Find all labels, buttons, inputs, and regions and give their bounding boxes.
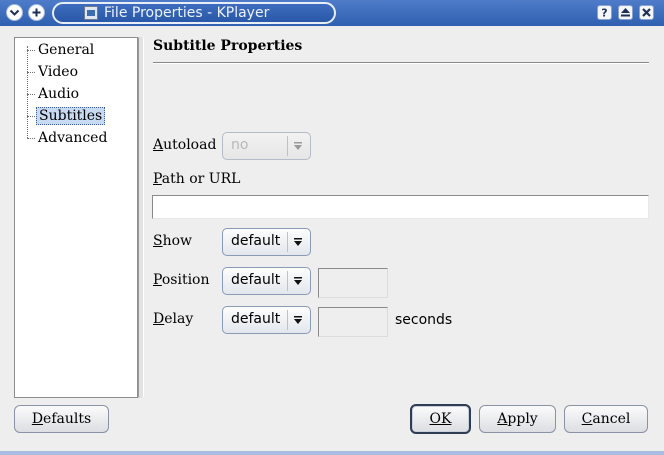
delay-label: Delay: [153, 311, 194, 327]
kplayer-icon: [84, 6, 98, 20]
position-value: default: [231, 272, 281, 288]
path-url-input[interactable]: [152, 195, 649, 219]
delay-field[interactable]: [318, 307, 388, 337]
tree-item-general[interactable]: General: [27, 40, 127, 60]
defaults-button[interactable]: Defaults: [14, 405, 109, 433]
page-title: Subtitle Properties: [153, 38, 303, 54]
dropdown-arrow-icon: [287, 271, 307, 291]
tree-item-video[interactable]: Video: [27, 62, 127, 82]
apply-button[interactable]: Apply: [479, 405, 556, 433]
dropdown-arrow-icon: [287, 232, 307, 252]
tree-item-label: Subtitles: [36, 107, 106, 125]
show-label: Show: [153, 233, 193, 249]
panel-splitter[interactable]: [138, 37, 144, 398]
position-field[interactable]: [318, 268, 388, 298]
delay-value: default: [231, 311, 281, 327]
show-combo[interactable]: default: [222, 228, 311, 256]
autoload-label: Autoload: [153, 137, 217, 153]
menu-chevron-icon[interactable]: [6, 4, 23, 21]
autoload-value: no: [231, 137, 249, 153]
plus-icon[interactable]: [28, 4, 45, 21]
tree-item-label: Advanced: [38, 130, 108, 146]
delay-combo[interactable]: default: [222, 306, 311, 334]
help-icon[interactable]: ?: [597, 5, 612, 20]
position-label: Position: [153, 272, 210, 288]
cancel-button[interactable]: Cancel: [564, 405, 648, 433]
dropdown-arrow-icon: [287, 136, 307, 156]
heading-divider: [153, 62, 649, 64]
title-pill: File Properties - KPlayer: [52, 2, 336, 24]
window-bottom-border: [0, 451, 664, 455]
tree-item-label: Audio: [38, 86, 79, 102]
tree-item-label: Video: [38, 64, 79, 80]
maximize-icon[interactable]: [618, 5, 633, 20]
dropdown-arrow-icon: [287, 310, 307, 330]
close-icon[interactable]: [639, 5, 654, 20]
show-value: default: [231, 233, 281, 249]
tree-item-label: General: [38, 42, 95, 58]
title-bar[interactable]: File Properties - KPlayer ?: [0, 0, 664, 26]
tree-item-advanced[interactable]: Advanced: [27, 128, 127, 148]
ok-button[interactable]: OK: [410, 404, 471, 434]
autoload-combo[interactable]: no: [222, 132, 311, 160]
properties-tree[interactable]: General Video Audio Subtitles Advanced: [14, 37, 138, 398]
tree-item-subtitles[interactable]: Subtitles: [27, 106, 127, 126]
delay-unit-label: seconds: [395, 312, 453, 328]
position-combo[interactable]: default: [222, 267, 311, 295]
svg-text:?: ?: [601, 7, 607, 18]
path-label: Path or URL: [153, 171, 241, 187]
window-title: File Properties - KPlayer: [104, 5, 270, 21]
tree-item-audio[interactable]: Audio: [27, 84, 127, 104]
